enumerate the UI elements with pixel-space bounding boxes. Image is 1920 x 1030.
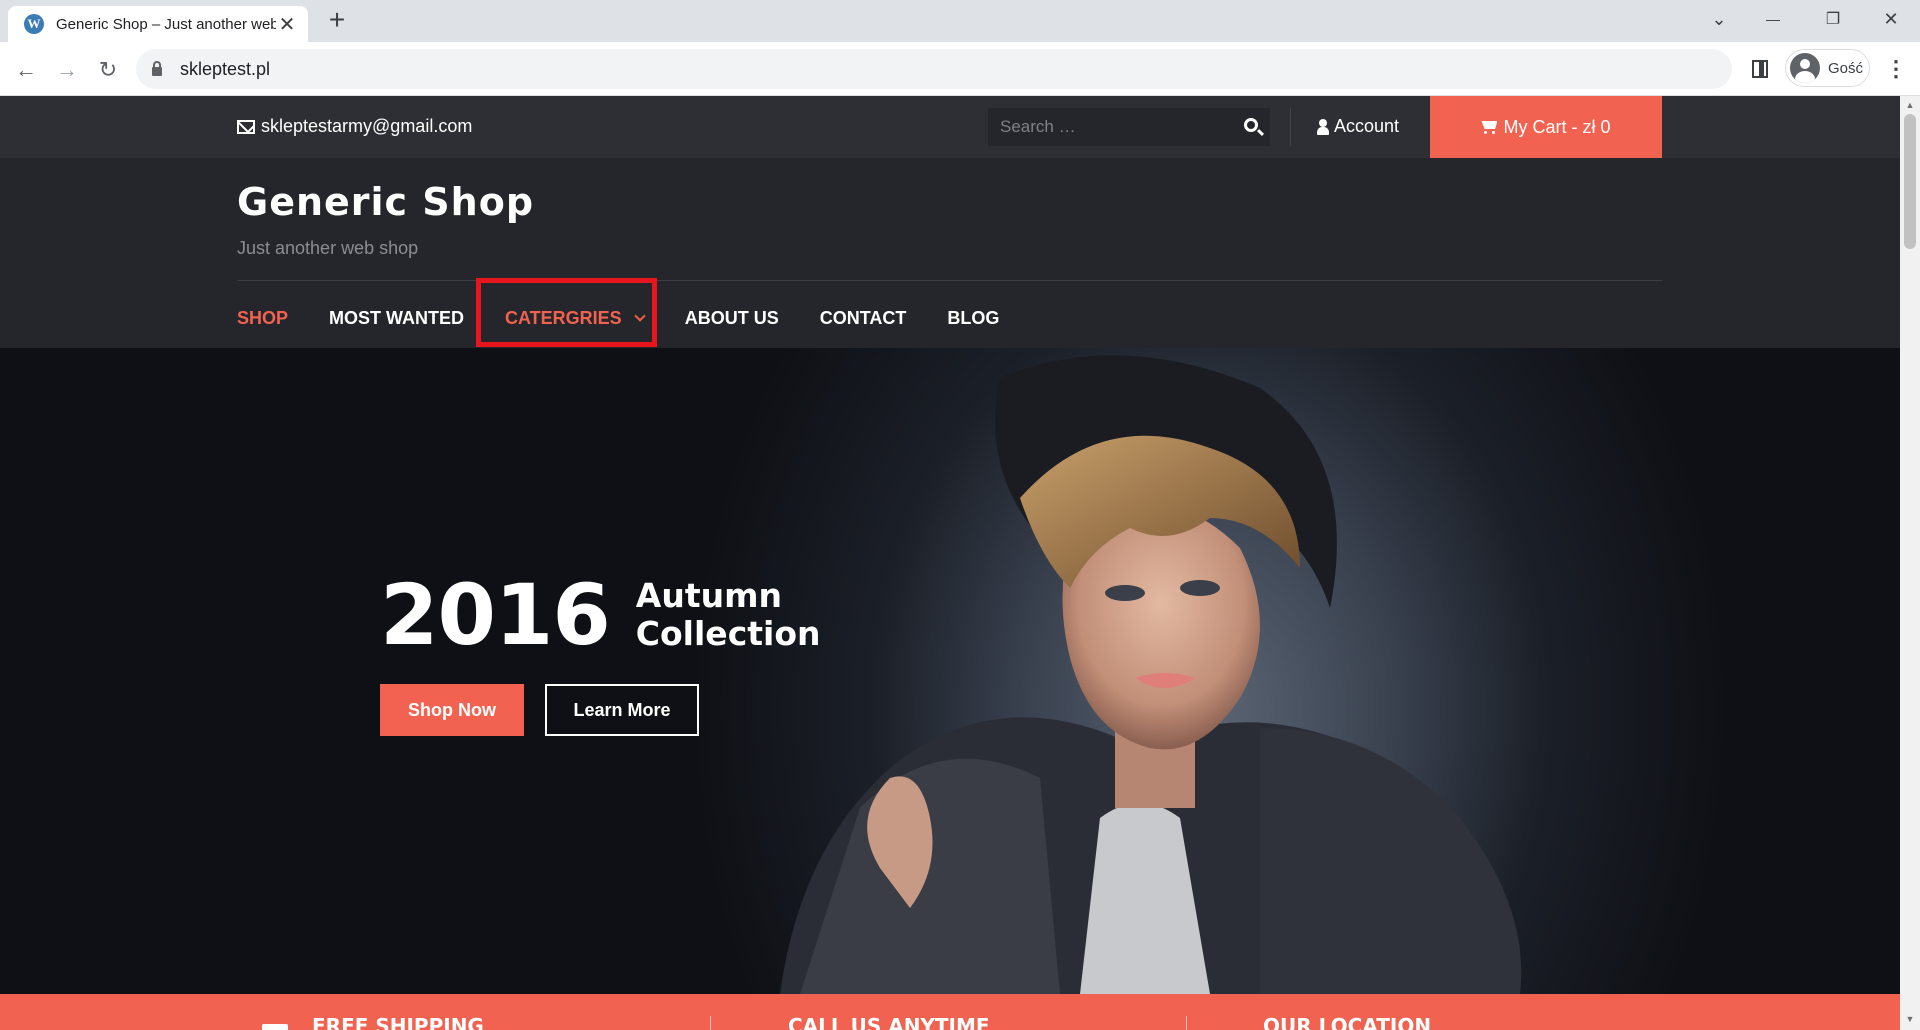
hero-banner: 2016 Autumn Collection Shop Now Learn Mo… — [0, 348, 1900, 994]
profile-label: Gość — [1828, 59, 1864, 77]
cart-button[interactable]: My Cart - zł 0 — [1430, 96, 1662, 158]
nav-shop[interactable]: SHOP — [237, 308, 288, 329]
scroll-up-icon[interactable]: ▲ — [1900, 100, 1920, 110]
close-tab-icon[interactable]: ✕ — [276, 12, 298, 37]
search-icon[interactable] — [1244, 118, 1258, 132]
hero-line-1: Autumn — [635, 576, 782, 615]
nav-categories[interactable]: CATERGRIES — [505, 307, 646, 329]
main-nav: SHOP MOST WANTED CATERGRIES ABOUT US CON… — [237, 302, 1040, 334]
feature-divider — [710, 1016, 711, 1030]
account-link[interactable]: Account — [1317, 116, 1399, 137]
cart-icon — [1481, 120, 1498, 134]
url-text[interactable]: skleptest.pl — [180, 59, 270, 80]
hero-model-image — [780, 355, 1522, 994]
header-divider — [237, 280, 1662, 281]
hero-headline: 2016 Autumn Collection — [380, 566, 821, 664]
account-label: Account — [1334, 116, 1400, 136]
site-tagline: Just another web shop — [237, 238, 419, 258]
feature-location: OUR LOCATION — [1263, 1014, 1432, 1030]
nav-categories-label: CATERGRIES — [505, 307, 622, 328]
search-input[interactable] — [988, 108, 1218, 146]
nav-most-wanted[interactable]: MOST WANTED — [329, 308, 464, 329]
hero-year: 2016 — [380, 566, 611, 664]
chevron-down-icon — [634, 310, 646, 322]
top-bar: skleptestarmy@gmail.com Account My Cart … — [0, 96, 1900, 158]
divider — [1290, 108, 1291, 146]
nav-about-us[interactable]: ABOUT US — [685, 308, 779, 329]
more-menu-icon[interactable]: ⋮ — [1884, 56, 1908, 82]
scroll-down-icon[interactable]: ▼ — [1900, 1014, 1920, 1024]
search-form — [988, 108, 1270, 146]
forward-button[interactable]: → — [51, 54, 83, 86]
address-bar[interactable]: skleptest.pl — [136, 49, 1732, 89]
tab-search-icon[interactable]: ⌄ — [1696, 0, 1742, 38]
reload-button[interactable]: ↻ — [92, 54, 124, 86]
user-icon — [1317, 118, 1329, 135]
web-page: skleptestarmy@gmail.com Account My Cart … — [0, 96, 1900, 1030]
scrollbar-thumb[interactable] — [1904, 114, 1916, 249]
browser-tab[interactable]: W Generic Shop – Just another web shop ✕ — [8, 6, 308, 42]
envelope-icon — [237, 119, 255, 134]
scrollbar[interactable]: ▲ ▼ — [1900, 96, 1920, 1030]
minimize-button[interactable]: — — [1750, 0, 1796, 38]
browser-tab-bar: W Generic Shop – Just another web shop ✕… — [0, 0, 1920, 42]
shop-now-button[interactable]: Shop Now — [380, 684, 524, 736]
side-panel-icon[interactable] — [1752, 60, 1768, 78]
hero-collection: Autumn Collection — [636, 577, 821, 653]
cart-label: My Cart - zł 0 — [1503, 116, 1611, 137]
email-text: skleptestarmy@gmail.com — [261, 116, 473, 136]
email-link[interactable]: skleptestarmy@gmail.com — [237, 116, 472, 137]
wordpress-icon: W — [24, 14, 44, 34]
shipping-icon — [262, 1024, 288, 1030]
close-window-button[interactable]: ✕ — [1868, 0, 1914, 38]
back-button[interactable]: ← — [10, 54, 42, 86]
nav-blog[interactable]: BLOG — [947, 308, 999, 329]
features-bar: FREE SHIPPING CALL US ANYTIME OUR LOCATI… — [0, 994, 1900, 1030]
feature-divider — [1186, 1016, 1187, 1030]
new-tab-button[interactable]: + — [322, 6, 352, 36]
nav-contact[interactable]: CONTACT — [820, 308, 907, 329]
learn-more-button[interactable]: Learn More — [545, 684, 699, 736]
browser-toolbar: ← → ↻ skleptest.pl Gość ⋮ — [0, 42, 1920, 96]
restore-button[interactable]: ❐ — [1810, 0, 1856, 38]
feature-call-us: CALL US ANYTIME — [788, 1014, 990, 1030]
profile-button[interactable]: Gość — [1785, 49, 1870, 87]
site-title[interactable]: Generic Shop — [237, 180, 534, 224]
feature-free-shipping: FREE SHIPPING — [312, 1014, 484, 1030]
hero-line-2: Collection — [635, 614, 821, 653]
avatar-icon — [1790, 53, 1820, 83]
lock-icon[interactable] — [152, 60, 162, 76]
tab-title: Generic Shop – Just another web shop — [56, 15, 276, 33]
